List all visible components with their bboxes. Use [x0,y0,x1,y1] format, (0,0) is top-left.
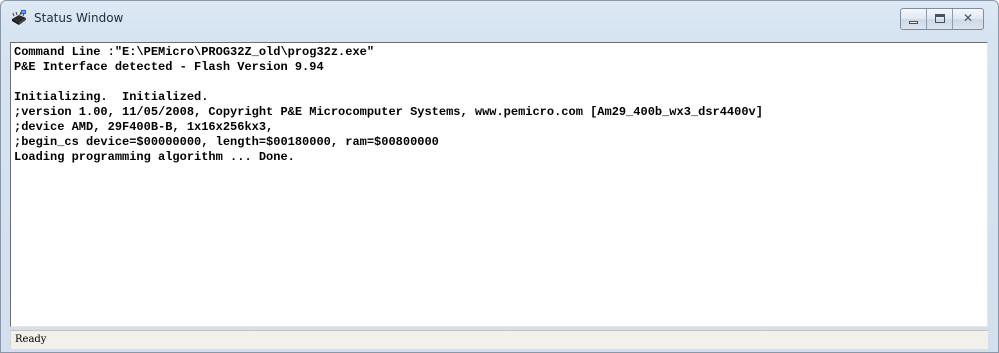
window-controls: ✕ [900,8,984,30]
log-line: Initializing. Initialized. [14,90,209,104]
window-title: Status Window [34,11,124,25]
maximize-icon [935,14,945,23]
close-icon: ✕ [962,11,974,25]
log-line: Command Line :"E:\PEMicro\PROG32Z_old\pr… [14,45,375,59]
processor-chip-icon [10,10,28,26]
log-line: ;version 1.00, 11/05/2008, Copyright P&E… [14,105,763,119]
status-bar: Ready [10,330,988,349]
title-bar[interactable]: Status Window ✕ [1,1,998,35]
log-line: P&E Interface detected - Flash Version 9… [14,60,324,74]
close-button[interactable]: ✕ [953,9,983,29]
status-window: Status Window ✕ Command Line :"E:\PEMicr… [0,0,999,353]
maximize-button[interactable] [927,9,953,29]
status-text: Ready [15,334,47,345]
log-output-area[interactable]: Command Line :"E:\PEMicro\PROG32Z_old\pr… [10,42,988,327]
minimize-button[interactable] [901,9,927,29]
minimize-icon [909,21,918,24]
log-text: Command Line :"E:\PEMicro\PROG32Z_old\pr… [11,43,987,165]
log-line: Loading programming algorithm ... Done. [14,150,295,164]
log-line: ;device AMD, 29F400B-B, 1x16x256kx3, [14,120,274,134]
log-line: ;begin_cs device=$00000000, length=$0018… [14,135,439,149]
